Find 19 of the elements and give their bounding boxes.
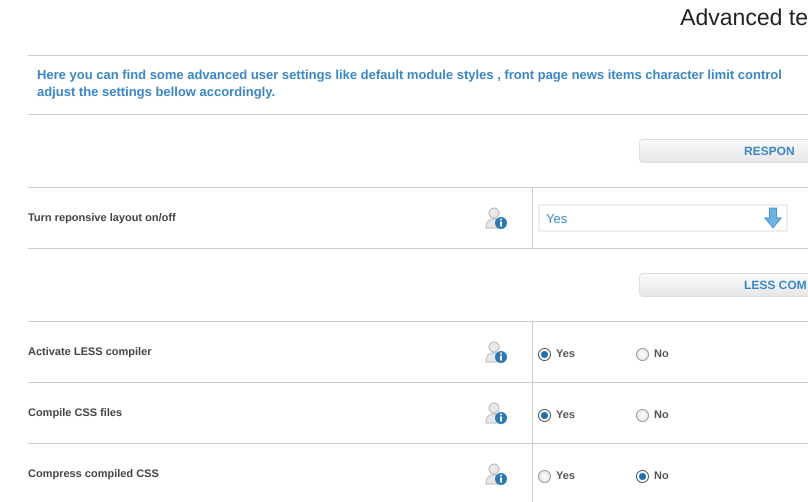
- setting-label: Activate LESS compiler: [28, 346, 152, 358]
- radio-option[interactable]: Yes: [538, 348, 636, 360]
- radio-option[interactable]: No: [636, 470, 734, 482]
- radio-option[interactable]: No: [636, 408, 734, 422]
- user-info-icon[interactable]: [484, 462, 508, 486]
- intro-text: adjust the settings bellow accordingly.: [37, 84, 276, 99]
- user-info-icon[interactable]: [484, 340, 508, 364]
- down-arrow-icon: [764, 207, 782, 229]
- user-info-icon[interactable]: [484, 206, 508, 230]
- radio-option[interactable]: Yes: [538, 408, 636, 422]
- dropdown-select[interactable]: Yes: [538, 204, 788, 232]
- page-title: Advanced te: [680, 4, 808, 32]
- setting-label: Compile CSS files: [28, 407, 122, 419]
- radio-option[interactable]: Yes: [538, 470, 636, 482]
- user-info-icon[interactable]: [484, 401, 508, 425]
- radio-option[interactable]: No: [636, 348, 734, 360]
- intro-text: Here you can find some advanced user settings like default module styles , front page news items character limit control: [37, 67, 783, 82]
- setting-label: Turn reponsive layout on/off: [28, 212, 176, 224]
- setting-label: Compress compiled CSS: [28, 468, 159, 480]
